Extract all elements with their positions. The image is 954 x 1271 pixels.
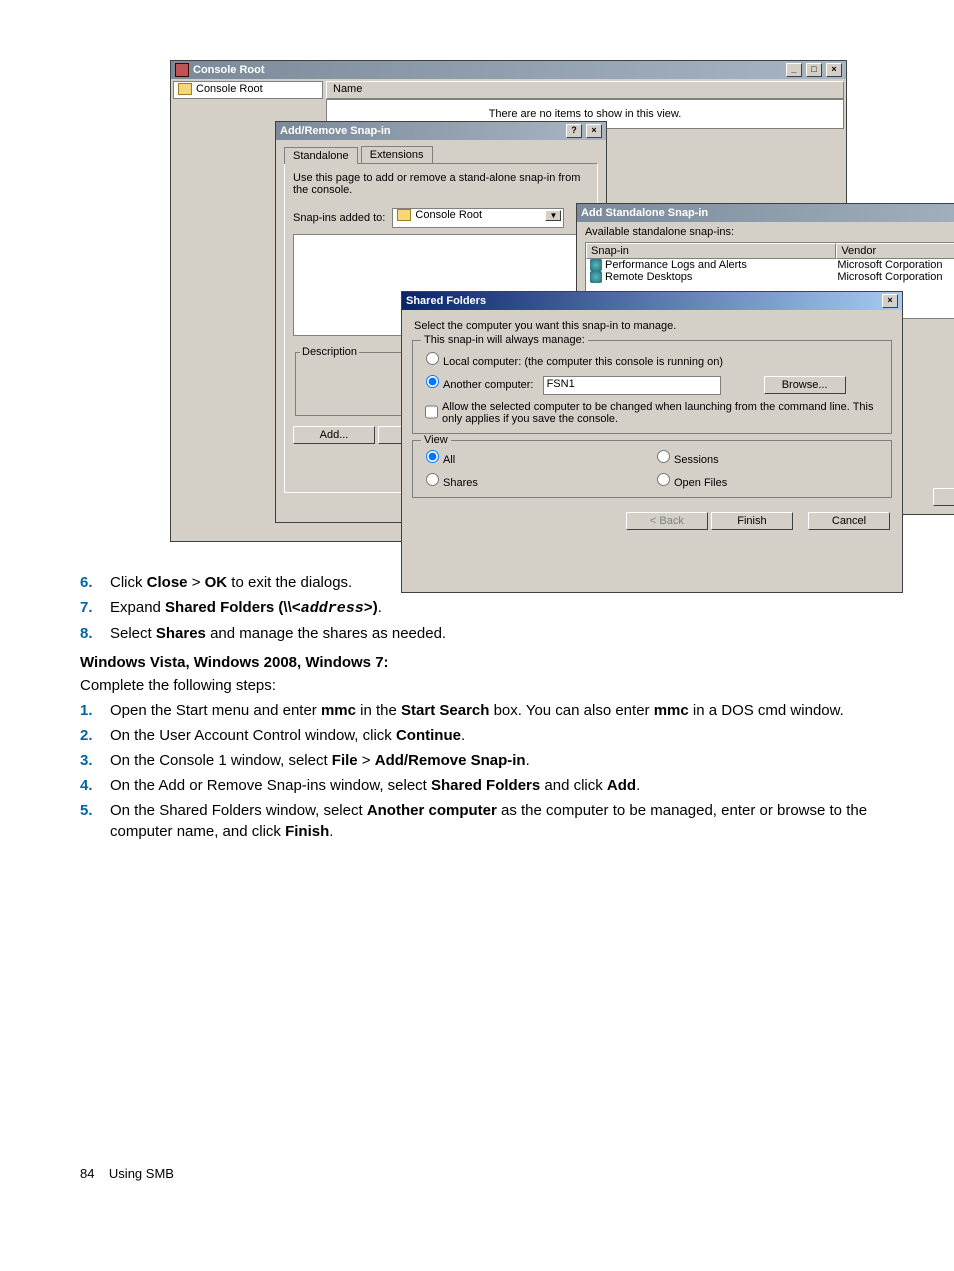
standalone-title-bar: Add Standalone Snap-in ? × [577, 204, 954, 222]
tree-panel[interactable]: Console Root [173, 81, 323, 99]
step-text: On the Shared Folders window, select Ano… [110, 800, 874, 842]
close-icon[interactable]: × [882, 294, 898, 308]
close-icon[interactable]: × [586, 124, 602, 138]
radio-local-computer[interactable] [426, 352, 439, 365]
manage-legend: This snap-in will always manage: [421, 334, 588, 346]
step-text: On the Add or Remove Snap-ins window, se… [110, 775, 874, 796]
shared-folders-dialog: Shared Folders × Select the computer you… [401, 291, 903, 593]
finish-button[interactable]: Finish [711, 512, 793, 530]
remote-icon [590, 271, 602, 283]
step-text: Open the Start menu and enter mmc in the… [110, 700, 874, 721]
step-text: Expand Shared Folders (\\<address>). [110, 597, 874, 619]
available-label: Available standalone snap-ins: [577, 222, 954, 238]
shared-intro: Select the computer you want this snap-i… [402, 310, 902, 334]
minimize-icon[interactable]: _ [786, 63, 802, 77]
step-number: 3. [80, 750, 110, 771]
allow-change-checkbox[interactable] [425, 402, 438, 422]
mmc-icon [175, 63, 189, 77]
folder-icon [397, 209, 411, 221]
radio-open-files[interactable] [657, 473, 670, 486]
folder-icon [178, 83, 192, 95]
console-title-bar: Console Root _ □ × [171, 61, 846, 79]
label-shares: Shares [443, 477, 478, 489]
tree-root-label: Console Root [196, 83, 263, 95]
subheading-vista: Windows Vista, Windows 2008, Windows 7: [80, 654, 874, 671]
addremove-title: Add/Remove Snap-in [280, 125, 391, 137]
view-legend: View [421, 434, 451, 446]
standalone-title: Add Standalone Snap-in [581, 207, 708, 219]
label-another: Another computer: [443, 379, 534, 391]
description-legend: Description [300, 346, 359, 358]
radio-all[interactable] [426, 450, 439, 463]
step-text: On the Console 1 window, select File > A… [110, 750, 874, 771]
step-number: 4. [80, 775, 110, 796]
snapin-row[interactable]: Remote Desktops Microsoft Corporation [586, 271, 954, 283]
addremove-title-bar: Add/Remove Snap-in ? × [276, 122, 606, 140]
step-number: 7. [80, 597, 110, 619]
page-number: 84 [80, 1166, 94, 1181]
maximize-icon[interactable]: □ [806, 63, 822, 77]
console-root-window: Console Root _ □ × Console Root Name The… [170, 60, 847, 542]
snapins-added-to-label: Snap-ins added to: [293, 212, 385, 224]
intro-para: Complete the following steps: [80, 677, 874, 694]
page-label: Using SMB [109, 1166, 174, 1181]
tab-extensions[interactable]: Extensions [361, 146, 433, 163]
another-computer-input[interactable]: FSN1 [543, 376, 721, 395]
console-title: Console Root [193, 64, 265, 76]
steps-list-b: 1.Open the Start menu and enter mmc in t… [80, 700, 874, 842]
help-icon[interactable]: ? [566, 124, 582, 138]
step-number: 6. [80, 572, 110, 593]
manage-groupbox: This snap-in will always manage: Local c… [412, 340, 892, 434]
label-sessions: Sessions [674, 454, 719, 466]
add-button[interactable]: Add... [293, 426, 375, 444]
snapins-added-to-combo[interactable]: Console Root [392, 208, 564, 228]
label-all: All [443, 454, 455, 466]
radio-sessions[interactable] [657, 450, 670, 463]
col-snapin[interactable]: Snap-in [586, 243, 836, 259]
step-number: 5. [80, 800, 110, 842]
step-text: On the User Account Control window, clic… [110, 725, 874, 746]
radio-shares[interactable] [426, 473, 439, 486]
list-header-name[interactable]: Name [326, 81, 844, 99]
step-number: 1. [80, 700, 110, 721]
tab-standalone[interactable]: Standalone [284, 147, 358, 164]
step-number: 8. [80, 623, 110, 644]
perf-icon [590, 259, 602, 271]
browse-button[interactable]: Browse... [764, 376, 846, 394]
addremove-intro: Use this page to add or remove a stand-a… [293, 172, 589, 196]
back-button: < Back [626, 512, 708, 530]
label-local: Local computer: (the computer this conso… [443, 356, 723, 368]
shared-title-bar: Shared Folders × [402, 292, 902, 310]
radio-another-computer[interactable] [426, 375, 439, 388]
step-number: 2. [80, 725, 110, 746]
label-open-files: Open Files [674, 477, 727, 489]
snapin-row[interactable]: Performance Logs and Alerts Microsoft Co… [586, 259, 954, 271]
shared-title: Shared Folders [406, 295, 486, 307]
close-icon[interactable]: × [826, 63, 842, 77]
view-groupbox: View All Sessions Shares Open Files [412, 440, 892, 498]
step-text: Select Shares and manage the shares as n… [110, 623, 874, 644]
allow-change-label: Allow the selected computer to be change… [442, 401, 883, 425]
close-button[interactable]: Close [933, 488, 954, 506]
cancel-button[interactable]: Cancel [808, 512, 890, 530]
col-vendor[interactable]: Vendor [836, 243, 954, 259]
